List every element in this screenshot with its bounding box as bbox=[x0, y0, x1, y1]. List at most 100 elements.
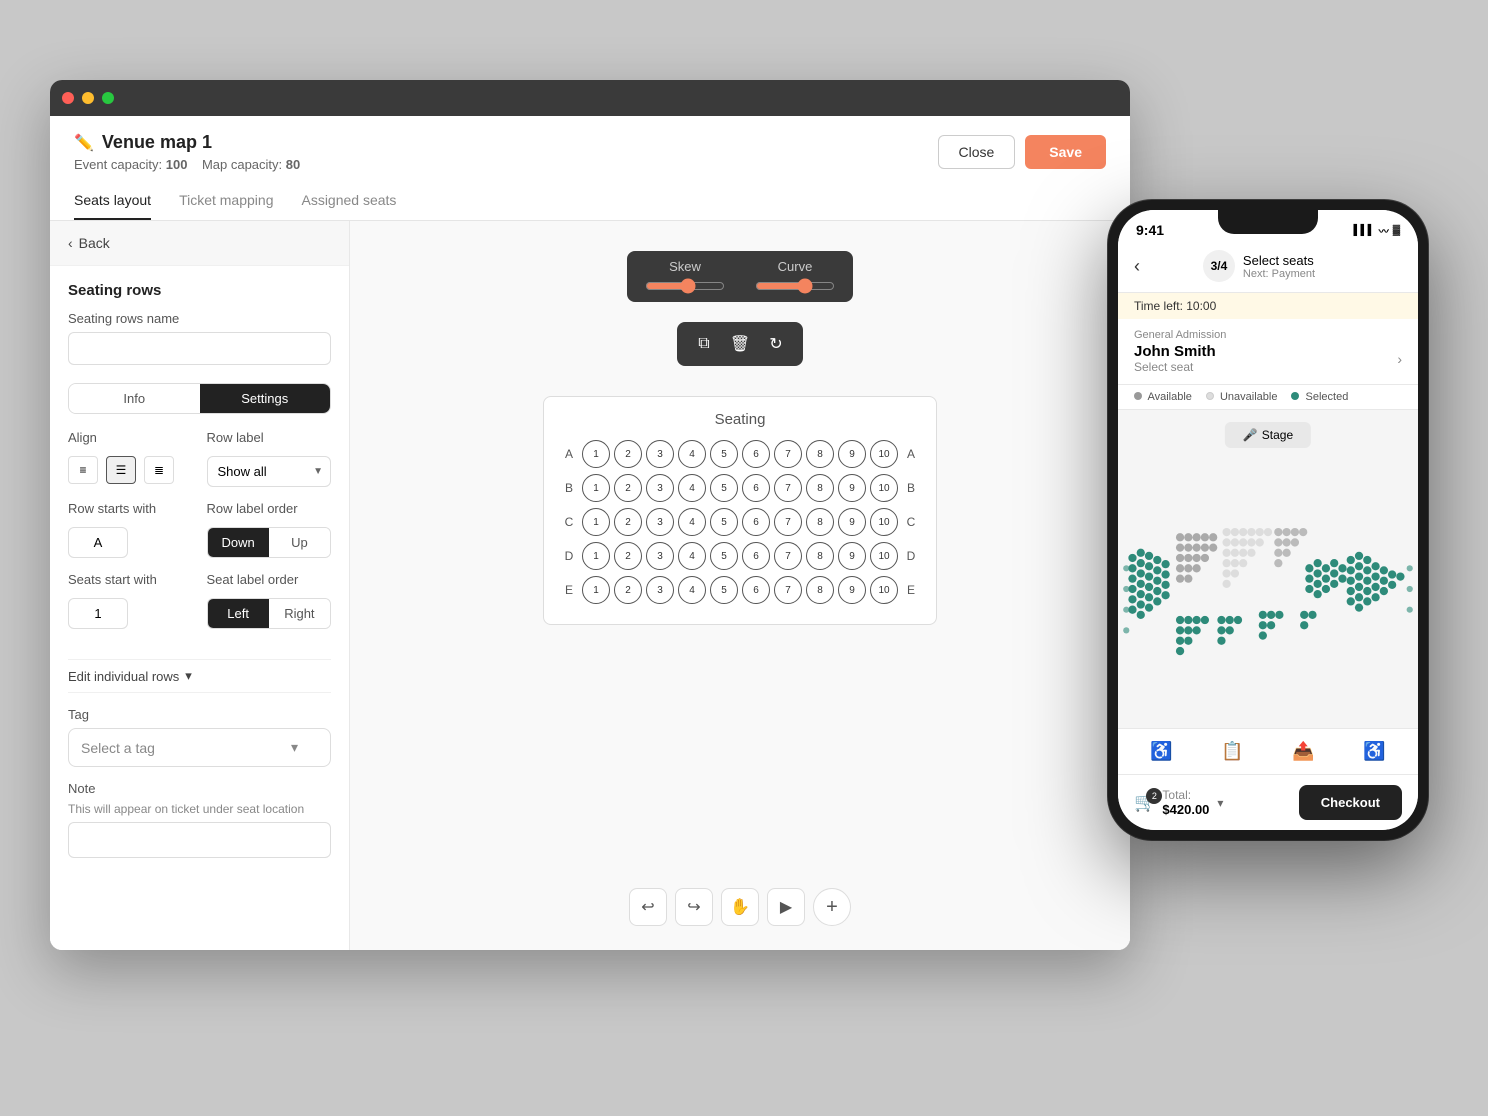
delete-button[interactable]: 🗑 bbox=[723, 328, 757, 360]
seat[interactable]: 4 bbox=[678, 508, 706, 536]
seating-rows-name-input[interactable] bbox=[68, 332, 331, 365]
seat[interactable]: 6 bbox=[742, 474, 770, 502]
seat[interactable]: 2 bbox=[614, 508, 642, 536]
close-button[interactable]: Close bbox=[938, 135, 1016, 169]
timer-bar: Time left: 10:00 bbox=[1118, 293, 1418, 319]
copy-button[interactable]: ⧉ bbox=[687, 328, 721, 360]
seat[interactable]: 8 bbox=[806, 542, 834, 570]
tag-select-button[interactable]: Select a tag ▾ bbox=[68, 728, 331, 767]
back-button[interactable]: ‹ Back bbox=[50, 221, 349, 266]
seat[interactable]: 5 bbox=[710, 474, 738, 502]
tab-seats-layout[interactable]: Seats layout bbox=[74, 184, 151, 220]
skew-slider[interactable] bbox=[645, 278, 725, 294]
seat[interactable]: 8 bbox=[806, 474, 834, 502]
phone-back-button[interactable]: ‹ bbox=[1134, 256, 1140, 277]
seat[interactable]: 7 bbox=[774, 542, 802, 570]
seat[interactable]: 6 bbox=[742, 542, 770, 570]
seat[interactable]: 2 bbox=[614, 440, 642, 468]
seat[interactable]: 3 bbox=[646, 508, 674, 536]
seat[interactable]: 6 bbox=[742, 508, 770, 536]
row-label-order-down[interactable]: Down bbox=[208, 528, 269, 557]
pointer-button[interactable]: ▶ bbox=[767, 888, 805, 926]
seat[interactable]: 10 bbox=[870, 576, 898, 604]
seat[interactable]: 1 bbox=[582, 576, 610, 604]
seats-start-with-input[interactable] bbox=[68, 598, 128, 629]
seat[interactable]: 6 bbox=[742, 576, 770, 604]
seat[interactable]: 5 bbox=[710, 542, 738, 570]
seat[interactable]: 5 bbox=[710, 508, 738, 536]
seat[interactable]: 8 bbox=[806, 508, 834, 536]
traffic-light-yellow[interactable] bbox=[82, 92, 94, 104]
nav-filter-button[interactable]: 📋 bbox=[1199, 737, 1266, 766]
cart-chevron-icon[interactable]: ▾ bbox=[1217, 796, 1223, 810]
seat[interactable]: 2 bbox=[614, 474, 642, 502]
seat[interactable]: 3 bbox=[646, 474, 674, 502]
seat-map-area[interactable]: 🎤 Stage bbox=[1118, 410, 1418, 728]
seat[interactable]: 10 bbox=[870, 542, 898, 570]
seat[interactable]: 7 bbox=[774, 508, 802, 536]
curve-slider[interactable] bbox=[755, 278, 835, 294]
traffic-light-red[interactable] bbox=[62, 92, 74, 104]
seat[interactable]: 9 bbox=[838, 508, 866, 536]
seat[interactable]: 3 bbox=[646, 576, 674, 604]
seat[interactable]: 4 bbox=[678, 440, 706, 468]
sub-tab-info[interactable]: Info bbox=[69, 384, 200, 413]
seat[interactable]: 7 bbox=[774, 576, 802, 604]
seat[interactable]: 10 bbox=[870, 440, 898, 468]
seat[interactable]: 9 bbox=[838, 576, 866, 604]
traffic-light-green[interactable] bbox=[102, 92, 114, 104]
ticket-arrow-icon[interactable]: › bbox=[1397, 351, 1402, 367]
align-right-button[interactable]: ≣ bbox=[144, 456, 174, 484]
seat[interactable]: 6 bbox=[742, 440, 770, 468]
seat-label-right-button[interactable]: Right bbox=[269, 599, 330, 628]
seat[interactable]: 8 bbox=[806, 576, 834, 604]
tab-ticket-mapping[interactable]: Ticket mapping bbox=[179, 184, 273, 220]
seat[interactable]: 10 bbox=[870, 508, 898, 536]
align-center-button[interactable]: ☰ bbox=[106, 456, 136, 484]
seat[interactable]: 7 bbox=[774, 440, 802, 468]
tab-assigned-seats[interactable]: Assigned seats bbox=[301, 184, 396, 220]
seat[interactable]: 8 bbox=[806, 440, 834, 468]
seat[interactable]: 3 bbox=[646, 542, 674, 570]
row-starts-with-input[interactable] bbox=[68, 527, 128, 558]
note-input[interactable] bbox=[68, 822, 331, 858]
align-left-button[interactable]: ≡ bbox=[68, 456, 98, 484]
seat[interactable]: 1 bbox=[582, 440, 610, 468]
sub-tab-settings[interactable]: Settings bbox=[200, 384, 331, 413]
bottom-toolbar: ↩ ↪ ✋ ▶ + bbox=[629, 888, 851, 926]
nav-share-button[interactable]: 📤 bbox=[1270, 737, 1337, 766]
redo-button[interactable]: ↪ bbox=[675, 888, 713, 926]
seat[interactable]: 1 bbox=[582, 474, 610, 502]
add-button[interactable]: + bbox=[813, 888, 851, 926]
seat[interactable]: 5 bbox=[710, 440, 738, 468]
pan-button[interactable]: ✋ bbox=[721, 888, 759, 926]
seat[interactable]: 9 bbox=[838, 474, 866, 502]
edit-individual-rows[interactable]: Edit individual rows ▾ bbox=[68, 659, 331, 693]
refresh-button[interactable]: ↻ bbox=[759, 328, 793, 360]
seat[interactable]: 4 bbox=[678, 542, 706, 570]
row-label-select[interactable]: Show all Show first Show last Hide all bbox=[207, 456, 332, 487]
seat[interactable]: 7 bbox=[774, 474, 802, 502]
nav-accessibility-button[interactable]: ♿ bbox=[1128, 737, 1195, 766]
checkout-button[interactable]: Checkout bbox=[1299, 785, 1402, 820]
step-badge: 3/4 bbox=[1203, 250, 1235, 282]
seat[interactable]: 9 bbox=[838, 542, 866, 570]
seat[interactable]: 3 bbox=[646, 440, 674, 468]
save-button[interactable]: Save bbox=[1025, 135, 1106, 169]
seat[interactable]: 1 bbox=[582, 542, 610, 570]
seat[interactable]: 5 bbox=[710, 576, 738, 604]
seat[interactable]: 9 bbox=[838, 440, 866, 468]
seat[interactable]: 10 bbox=[870, 474, 898, 502]
nav-accessibility2-button[interactable]: ♿ bbox=[1341, 737, 1408, 766]
header-buttons: Close Save bbox=[938, 135, 1107, 169]
seat-label-left-button[interactable]: Left bbox=[208, 599, 269, 628]
stage-button[interactable]: 🎤 Stage bbox=[1225, 422, 1311, 448]
seat[interactable]: 2 bbox=[614, 542, 642, 570]
seat-map-svg[interactable] bbox=[1118, 450, 1418, 728]
undo-button[interactable]: ↩ bbox=[629, 888, 667, 926]
row-label-order-up[interactable]: Up bbox=[269, 528, 330, 557]
seat[interactable]: 4 bbox=[678, 576, 706, 604]
seat[interactable]: 2 bbox=[614, 576, 642, 604]
seat[interactable]: 4 bbox=[678, 474, 706, 502]
seat[interactable]: 1 bbox=[582, 508, 610, 536]
